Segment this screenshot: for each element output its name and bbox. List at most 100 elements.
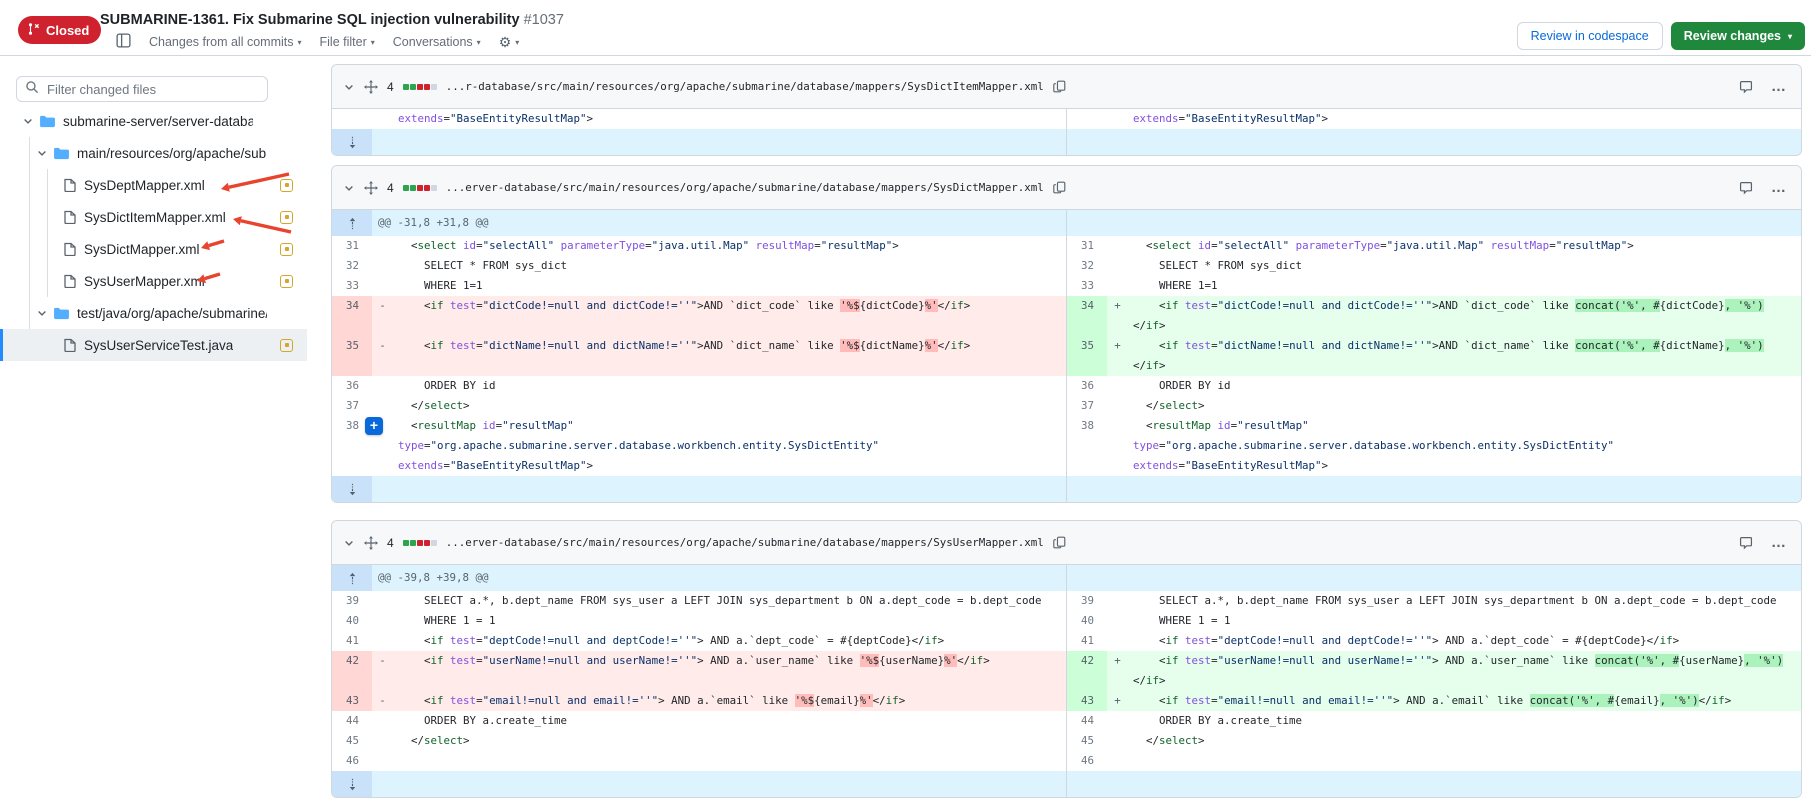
line-number[interactable]: 42 bbox=[332, 651, 372, 691]
diff-marker bbox=[372, 611, 393, 631]
code-line bbox=[393, 751, 1066, 771]
tree-folder-main-resources-org-apache-subm-[interactable]: main/resources/org/apache/subm... bbox=[0, 137, 307, 169]
diff-toolbar: Changes from all commits ▾ File filter ▾… bbox=[116, 33, 519, 51]
line-number[interactable]: 35 bbox=[1067, 336, 1107, 376]
line-number[interactable]: 42 bbox=[1067, 651, 1107, 691]
line-number[interactable]: 31 bbox=[1067, 236, 1107, 256]
expand-down-button[interactable] bbox=[332, 476, 372, 502]
tree-item-label: SysDictMapper.xml bbox=[84, 242, 200, 257]
code-line: WHERE 1=1 bbox=[1128, 276, 1802, 296]
diff-marker: + bbox=[1107, 336, 1128, 376]
line-number[interactable]: 45 bbox=[332, 731, 372, 751]
review-changes-button[interactable]: Review changes ▾ bbox=[1671, 22, 1805, 50]
line-number[interactable]: 32 bbox=[1067, 256, 1107, 276]
line-number[interactable]: 31 bbox=[332, 236, 372, 256]
conversations-label: Conversations bbox=[393, 35, 473, 49]
drag-handle-icon[interactable] bbox=[364, 181, 378, 195]
line-number[interactable]: 46 bbox=[1067, 751, 1107, 771]
line-number[interactable]: 41 bbox=[332, 631, 372, 651]
code-line-text: </select> bbox=[1133, 731, 1802, 751]
collapse-file-chevron[interactable] bbox=[343, 182, 355, 194]
tree-file-sysusermapper-xml[interactable]: SysUserMapper.xml bbox=[0, 265, 307, 297]
diff-body: @@ -39,8 +39,8 @@39 SELECT a.*, b.dept_n… bbox=[332, 565, 1801, 797]
sidebar-toggle-icon[interactable] bbox=[116, 33, 131, 51]
line-number[interactable]: 32 bbox=[332, 256, 372, 276]
filter-changed-files-input[interactable] bbox=[45, 81, 259, 98]
conversations-dropdown[interactable]: Conversations ▾ bbox=[393, 35, 481, 49]
diff-marker: - bbox=[372, 336, 393, 376]
line-number[interactable]: 39 bbox=[1067, 591, 1107, 611]
chevron-down-icon[interactable] bbox=[22, 115, 34, 127]
line-number[interactable]: 38+ bbox=[332, 416, 372, 476]
file-path[interactable]: ...r-database/src/main/resources/org/apa… bbox=[446, 80, 1044, 93]
code-line: SELECT a.*, b.dept_name FROM sys_user a … bbox=[393, 591, 1066, 611]
tree-folder-submarine-server-server-database-[interactable]: submarine-server/server-database/... bbox=[0, 105, 307, 137]
line-number[interactable]: 44 bbox=[332, 711, 372, 731]
line-number[interactable]: 37 bbox=[332, 396, 372, 416]
expand-up-button[interactable] bbox=[332, 565, 372, 591]
collapse-file-chevron[interactable] bbox=[343, 81, 355, 93]
collapse-file-chevron[interactable] bbox=[343, 537, 355, 549]
chevron-down-icon[interactable] bbox=[36, 307, 48, 319]
expand-up-button[interactable] bbox=[332, 210, 372, 236]
tree-file-sysdictmapper-xml[interactable]: SysDictMapper.xml bbox=[0, 233, 307, 265]
copy-path-icon[interactable] bbox=[1053, 536, 1066, 549]
tree-file-sysuserservicetest-java[interactable]: SysUserServiceTest.java bbox=[0, 329, 307, 361]
line-number[interactable]: 38 bbox=[1067, 416, 1107, 476]
comment-icon[interactable] bbox=[1739, 181, 1753, 195]
code-line: </select> bbox=[1128, 396, 1802, 416]
diff-marker: - bbox=[372, 691, 393, 711]
file-path[interactable]: ...erver-database/src/main/resources/org… bbox=[446, 181, 1044, 194]
line-number[interactable]: 46 bbox=[332, 751, 372, 771]
line-number[interactable]: 45 bbox=[1067, 731, 1107, 751]
copy-path-icon[interactable] bbox=[1053, 80, 1066, 93]
drag-handle-icon[interactable] bbox=[364, 536, 378, 550]
expand-down-button[interactable] bbox=[332, 129, 372, 155]
line-number[interactable]: 40 bbox=[332, 611, 372, 631]
file-icon bbox=[64, 274, 76, 288]
commits-dropdown[interactable]: Changes from all commits ▾ bbox=[149, 35, 302, 49]
changes-count: 4 bbox=[387, 536, 394, 550]
line-number[interactable]: 43 bbox=[1067, 691, 1107, 711]
line-number[interactable]: 34 bbox=[332, 296, 372, 336]
line-number[interactable] bbox=[332, 109, 372, 129]
diff-marker bbox=[1107, 711, 1128, 731]
diff-side-new: 37 </select> bbox=[1067, 396, 1802, 416]
code-line: <if test="email!=null and email!=''"> AN… bbox=[1128, 691, 1802, 711]
diff-settings-dropdown[interactable]: ⚙ ▾ bbox=[499, 35, 520, 49]
comment-icon[interactable] bbox=[1739, 80, 1753, 94]
line-number[interactable]: 33 bbox=[332, 276, 372, 296]
line-number[interactable]: 41 bbox=[1067, 631, 1107, 651]
line-number[interactable]: 36 bbox=[332, 376, 372, 396]
file-filter-dropdown[interactable]: File filter ▾ bbox=[320, 35, 375, 49]
kebab-menu-icon[interactable]: … bbox=[1771, 183, 1787, 193]
add-comment-button[interactable]: + bbox=[365, 417, 383, 435]
expand-down-button[interactable] bbox=[332, 771, 372, 797]
line-number[interactable]: 37 bbox=[1067, 396, 1107, 416]
tree-file-sysdeptmapper-xml[interactable]: SysDeptMapper.xml bbox=[0, 169, 307, 201]
file-path[interactable]: ...erver-database/src/main/resources/org… bbox=[446, 536, 1044, 549]
review-in-codespace-button[interactable]: Review in codespace bbox=[1517, 22, 1663, 50]
line-number[interactable]: 36 bbox=[1067, 376, 1107, 396]
chevron-down-icon[interactable] bbox=[36, 147, 48, 159]
line-number[interactable]: 40 bbox=[1067, 611, 1107, 631]
diffstat-square-del bbox=[424, 540, 430, 546]
line-number[interactable]: 44 bbox=[1067, 711, 1107, 731]
tree-folder-test-java-org-apache-submarine-s-[interactable]: test/java/org/apache/submarine/s... bbox=[0, 297, 307, 329]
diff-marker: + bbox=[1107, 691, 1128, 711]
drag-handle-icon[interactable] bbox=[364, 80, 378, 94]
diffstat-square-del bbox=[417, 84, 423, 90]
line-number[interactable]: 43 bbox=[332, 691, 372, 711]
tree-file-sysdictitemmapper-xml[interactable]: SysDictItemMapper.xml bbox=[0, 201, 307, 233]
line-number[interactable]: 33 bbox=[1067, 276, 1107, 296]
kebab-menu-icon[interactable]: … bbox=[1771, 538, 1787, 548]
comment-icon[interactable] bbox=[1739, 536, 1753, 550]
search-icon bbox=[25, 80, 39, 99]
diffstat-squares bbox=[403, 540, 437, 546]
line-number[interactable]: 35 bbox=[332, 336, 372, 376]
copy-path-icon[interactable] bbox=[1053, 181, 1066, 194]
line-number[interactable]: 39 bbox=[332, 591, 372, 611]
line-number[interactable] bbox=[1067, 109, 1107, 129]
kebab-menu-icon[interactable]: … bbox=[1771, 82, 1787, 92]
line-number[interactable]: 34 bbox=[1067, 296, 1107, 336]
